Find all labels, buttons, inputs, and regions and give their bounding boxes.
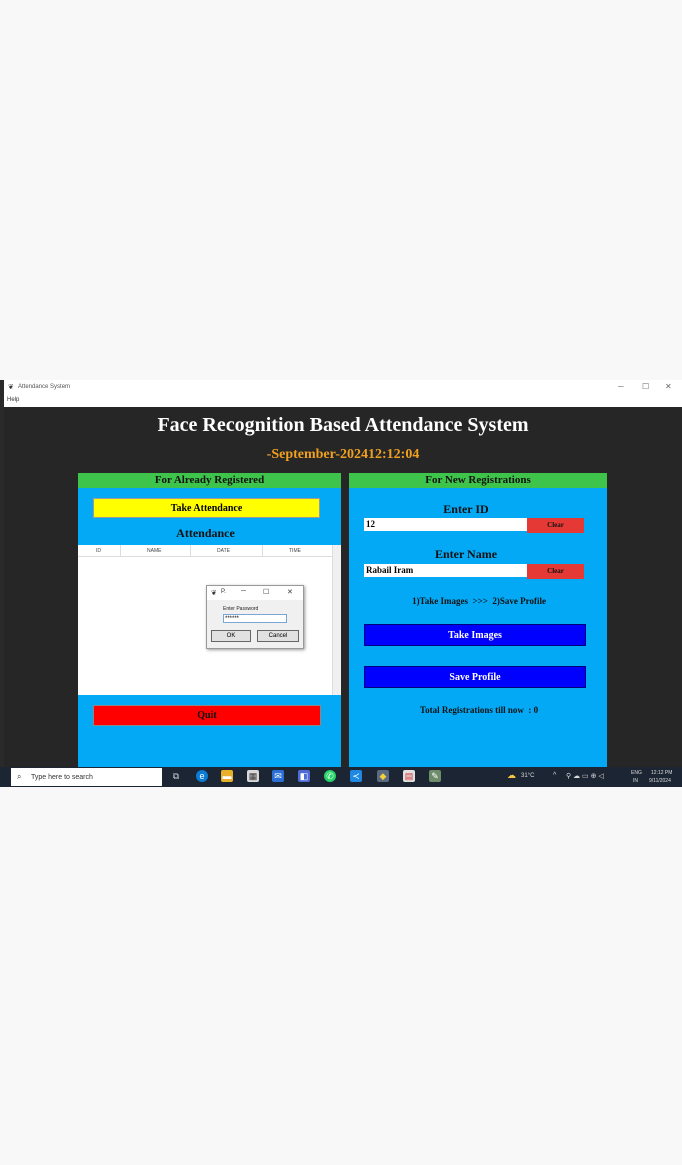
taskbar-search-box[interactable]: ⌕ Type here to search: [11, 768, 162, 786]
menu-help[interactable]: Help: [7, 397, 19, 403]
id-input[interactable]: 12: [364, 518, 527, 531]
store-icon[interactable]: ◧: [298, 770, 310, 782]
app-title: Face Recognition Based Attendance System: [157, 414, 529, 436]
edge-icon[interactable]: e: [196, 770, 208, 782]
dialog-titlebar: ❦ P. ─ ☐ ✕: [207, 586, 303, 600]
column-divider: [262, 545, 263, 556]
enter-id-label: Enter ID: [443, 502, 489, 516]
dialog-prompt: Enter Password: [223, 606, 259, 612]
language-indicator[interactable]: ENG: [631, 770, 642, 776]
enter-name-label: Enter Name: [434, 547, 498, 561]
dialog-minimize-icon[interactable]: ─: [241, 588, 246, 595]
take-attendance-button[interactable]: Take Attendance: [93, 498, 320, 518]
attendance-table-header: ID NAME DATE TIME: [78, 545, 333, 557]
name-input[interactable]: Rabail Iram: [364, 564, 527, 577]
region-indicator[interactable]: IN: [633, 778, 638, 784]
dialog-title: P.: [221, 589, 226, 595]
menu-bar: Help: [4, 394, 682, 406]
close-icon[interactable]: ✕: [665, 382, 672, 391]
desktop-screenshot: ❦ Attendance System ─ ☐ ✕ Help Face Reco…: [0, 380, 682, 787]
table-scrollbar[interactable]: [332, 545, 341, 695]
python-icon[interactable]: ◆: [377, 770, 389, 782]
window-title: Attendance System: [18, 384, 71, 390]
tray-status-icons[interactable]: ⚲ ☁ ▭ ⊕ ◁: [566, 772, 604, 780]
windows-taskbar: ⌕ Type here to search ⧉ e ▬ ▦ ✉ ◧ ✆ ≺ ◆ …: [0, 767, 682, 787]
total-registrations-text: Total Registrations till now : 0: [419, 705, 539, 715]
registered-panel-header: For Already Registered: [78, 473, 341, 488]
take-images-button[interactable]: Take Images: [364, 624, 586, 646]
file-explorer-icon[interactable]: ▬: [221, 770, 233, 782]
registration-steps-text: 1)Take Images >>> 2)Save Profile: [412, 596, 546, 606]
clock-date[interactable]: 9/11/2024: [649, 778, 671, 784]
column-name[interactable]: NAME: [147, 548, 161, 554]
password-input[interactable]: ******: [223, 614, 287, 623]
new-registration-header: For New Registrations: [349, 473, 607, 488]
new-registration-panel: For New Registrations Enter ID 12 Clear …: [349, 473, 607, 767]
calendar-app-icon[interactable]: ▦: [247, 770, 259, 782]
app-window: Face Recognition Based Attendance System…: [4, 407, 682, 767]
task-view-icon[interactable]: ⧉: [170, 770, 182, 782]
whatsapp-icon[interactable]: ✆: [324, 770, 336, 782]
clear-name-button[interactable]: Clear: [527, 564, 584, 579]
mail-icon[interactable]: ✉: [272, 770, 284, 782]
vscode-icon[interactable]: ≺: [350, 770, 362, 782]
date-time-clock: -September-202412:12:04: [266, 447, 420, 462]
column-id[interactable]: ID: [96, 548, 101, 554]
clock-time[interactable]: 12:12 PM: [651, 770, 672, 776]
password-dialog: ❦ P. ─ ☐ ✕ Enter Password ****** OK Canc…: [206, 585, 304, 649]
weather-icon[interactable]: ☁: [507, 770, 516, 781]
column-date[interactable]: DATE: [217, 548, 230, 554]
save-profile-button[interactable]: Save Profile: [364, 666, 586, 688]
maximize-icon[interactable]: ☐: [642, 382, 649, 391]
search-icon: ⌕: [17, 772, 22, 781]
tk-feather-icon: ❦: [8, 384, 14, 391]
weather-temperature[interactable]: 31°C: [521, 773, 534, 779]
paint-app-icon[interactable]: ✎: [429, 770, 441, 782]
minimize-icon[interactable]: ─: [618, 382, 624, 391]
column-divider: [190, 545, 191, 556]
dialog-cancel-button[interactable]: Cancel: [257, 630, 299, 642]
chevron-up-icon[interactable]: ^: [553, 772, 556, 779]
search-placeholder: Type here to search: [31, 774, 93, 781]
dialog-close-icon[interactable]: ✕: [287, 588, 293, 596]
dialog-feather-icon: ❦: [211, 590, 217, 597]
attendance-heading: Attendance: [176, 526, 235, 540]
document-app-icon[interactable]: ▤: [403, 770, 415, 782]
column-divider: [120, 545, 121, 556]
dialog-maximize-icon[interactable]: ☐: [263, 588, 269, 596]
window-titlebar: ❦ Attendance System ─ ☐ ✕: [4, 380, 682, 394]
clear-id-button[interactable]: Clear: [527, 518, 584, 533]
column-time[interactable]: TIME: [289, 548, 301, 554]
dialog-ok-button[interactable]: OK: [211, 630, 251, 642]
quit-button[interactable]: Quit: [93, 705, 321, 726]
